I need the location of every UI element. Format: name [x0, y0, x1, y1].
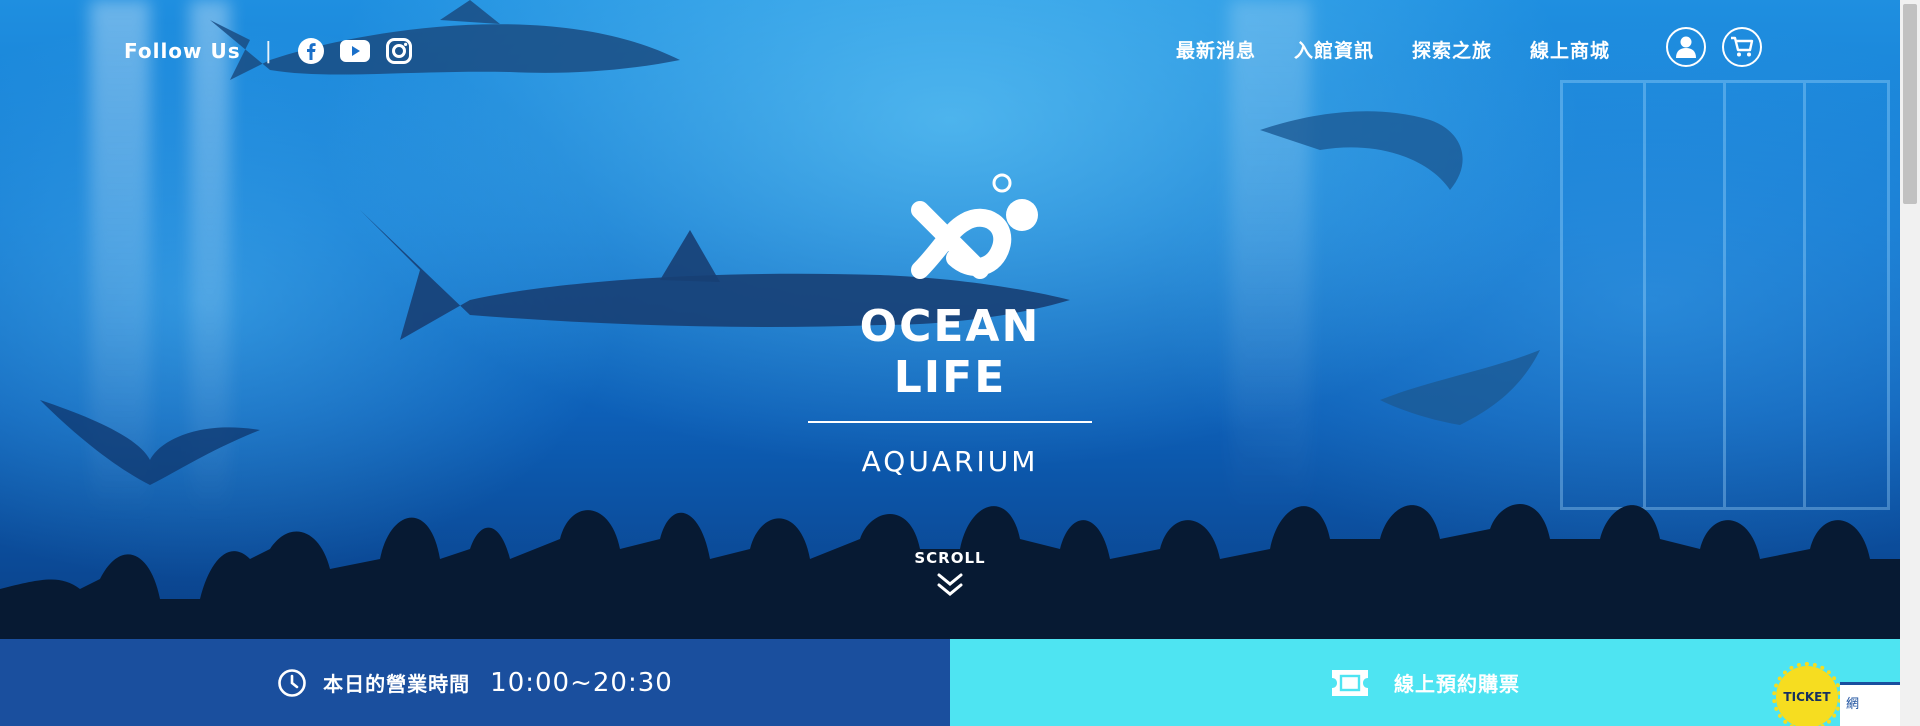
hours-value: 10:00~20:30: [490, 667, 673, 698]
page-scrollbar[interactable]: [1900, 0, 1920, 726]
manta-ray-shape: [1380, 350, 1540, 425]
nav-item-visit-info[interactable]: 入館資訊: [1294, 36, 1374, 63]
follow-us-group: Follow Us |: [124, 36, 414, 66]
side-tab[interactable]: 網: [1840, 682, 1900, 726]
follow-separator: |: [264, 38, 273, 64]
cart-icon: [1731, 36, 1754, 57]
opening-hours-bar: 本日的營業時間 10:00~20:30: [0, 639, 950, 726]
fish-logo-icon: [911, 173, 1038, 279]
online-ticket-button[interactable]: 線上預約購票: [950, 639, 1900, 726]
side-tab-label: 網: [1846, 697, 1860, 712]
brand-subtitle: AQUARIUM: [861, 445, 1039, 478]
scroll-indicator[interactable]: SCROLL: [900, 549, 1000, 603]
cart-button[interactable]: [1722, 27, 1762, 67]
double-chevron-down-icon: [937, 573, 963, 596]
youtube-icon[interactable]: [340, 36, 371, 66]
brand-logo: OCEAN LIFE AQUARIUM: [800, 170, 1100, 478]
ticket-label: 線上預約購票: [1394, 672, 1520, 696]
follow-us-label: Follow Us: [124, 39, 241, 63]
nav-item-explore[interactable]: 探索之旅: [1412, 36, 1492, 63]
manta-ray-shape: [1260, 111, 1463, 190]
facebook-icon[interactable]: [296, 36, 326, 66]
nav-item-news[interactable]: 最新消息: [1176, 36, 1256, 63]
ticket-badge[interactable]: TICKET: [1772, 662, 1842, 726]
main-nav: 最新消息 入館資訊 探索之旅 線上商城: [1176, 36, 1610, 63]
nav-item-shop[interactable]: 線上商城: [1530, 36, 1610, 63]
instagram-icon[interactable]: [384, 36, 414, 66]
scrollbar-thumb[interactable]: [1903, 4, 1917, 204]
manta-ray-shape: [40, 400, 260, 485]
clock-icon: [278, 668, 306, 697]
account-button[interactable]: [1666, 27, 1706, 67]
brand-name: OCEAN LIFE: [859, 301, 1041, 403]
ticket-icon: [1332, 669, 1368, 696]
scroll-label: SCROLL: [914, 549, 986, 567]
logo-divider: [808, 421, 1092, 423]
ticket-badge-label: TICKET: [1783, 690, 1831, 704]
user-icon: [1676, 36, 1696, 58]
hours-label: 本日的營業時間: [323, 672, 471, 696]
